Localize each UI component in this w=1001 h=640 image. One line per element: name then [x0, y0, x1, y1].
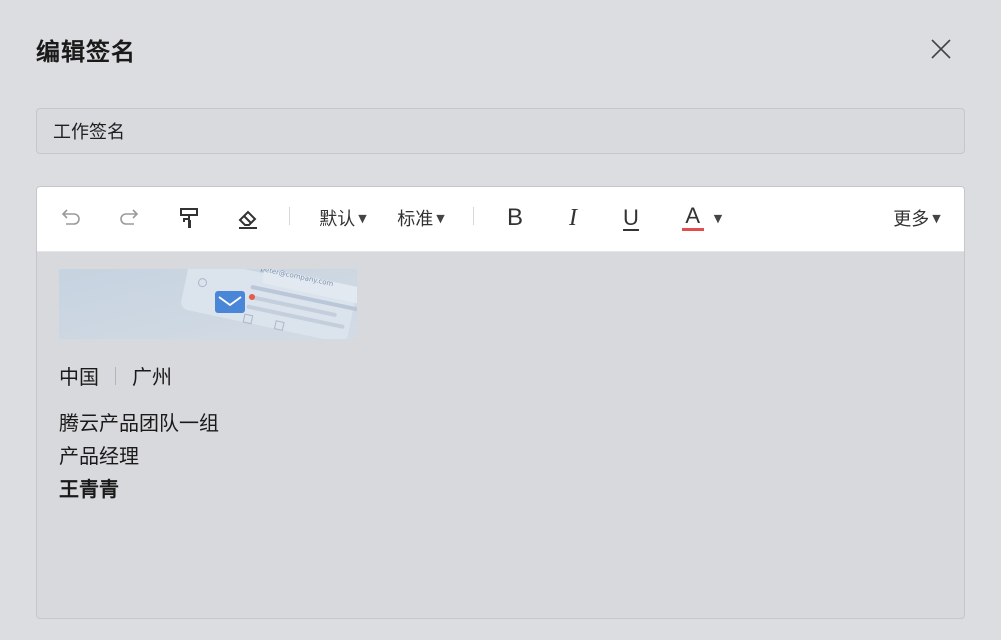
bold-icon: B [506, 204, 523, 231]
toolbar-divider [473, 207, 474, 225]
more-label: 更多 [893, 209, 930, 230]
editor-toolbar: 默认 ▼ 标准 ▼ B I U A ▼ 更多 ▼ [37, 187, 964, 252]
signature-banner-image: peter@company.com [59, 269, 357, 339]
more-dropdown[interactable]: 更多 ▼ [887, 203, 947, 233]
undo-button[interactable] [55, 203, 87, 233]
font-color-dropdown[interactable]: A ▼ [677, 203, 727, 233]
font-size-label: 标准 [397, 209, 434, 230]
underline-button[interactable]: U [617, 203, 645, 233]
redo-icon [120, 209, 139, 225]
font-family-dropdown[interactable]: 默认 ▼ [313, 203, 373, 233]
redo-button[interactable] [113, 203, 145, 233]
font-size-dropdown[interactable]: 标准 ▼ [391, 203, 451, 233]
italic-icon: I [569, 204, 577, 231]
font-color-swatch [681, 228, 704, 231]
caret-down-icon: ▼ [713, 211, 723, 225]
toolbar-divider [289, 207, 290, 225]
format-painter-button[interactable] [173, 203, 205, 233]
dialog-title: 编辑签名 [36, 38, 136, 66]
eraser-icon [238, 210, 257, 229]
caret-down-icon: ▼ [932, 211, 941, 225]
bold-button[interactable]: B [501, 203, 529, 233]
country-text: 中国 [59, 365, 99, 389]
font-family-label: 默认 [319, 209, 356, 230]
signature-content[interactable]: peter@company.com 中国 广州 腾云产品团队一组 产品经理 王青… [59, 269, 964, 618]
clear-format-button[interactable] [231, 203, 265, 233]
role-text: 产品经理 [59, 444, 139, 468]
signature-editor: 默认 ▼ 标准 ▼ B I U A ▼ 更多 ▼ peter@company.c… [36, 186, 965, 619]
location-line: 中国 广州 [59, 361, 172, 390]
caret-down-icon: ▼ [436, 211, 445, 225]
team-text: 腾云产品团队一组 [59, 411, 219, 435]
font-color-icon: A [681, 205, 704, 231]
edit-signature-dialog: 编辑签名 工作签名 默认 ▼ 标准 ▼ B I U A ▼ 更多 ▼ peter… [0, 0, 1001, 640]
name-text: 王青青 [59, 477, 119, 501]
signature-name-input[interactable] [36, 108, 965, 154]
city-text: 广州 [132, 365, 172, 389]
location-divider [115, 366, 116, 385]
underline-icon: U [623, 205, 639, 230]
close-button[interactable] [928, 36, 954, 62]
close-icon [931, 39, 951, 59]
format-painter-icon [180, 208, 198, 228]
italic-button[interactable]: I [559, 203, 587, 233]
undo-icon [61, 209, 80, 225]
caret-down-icon: ▼ [358, 211, 367, 225]
